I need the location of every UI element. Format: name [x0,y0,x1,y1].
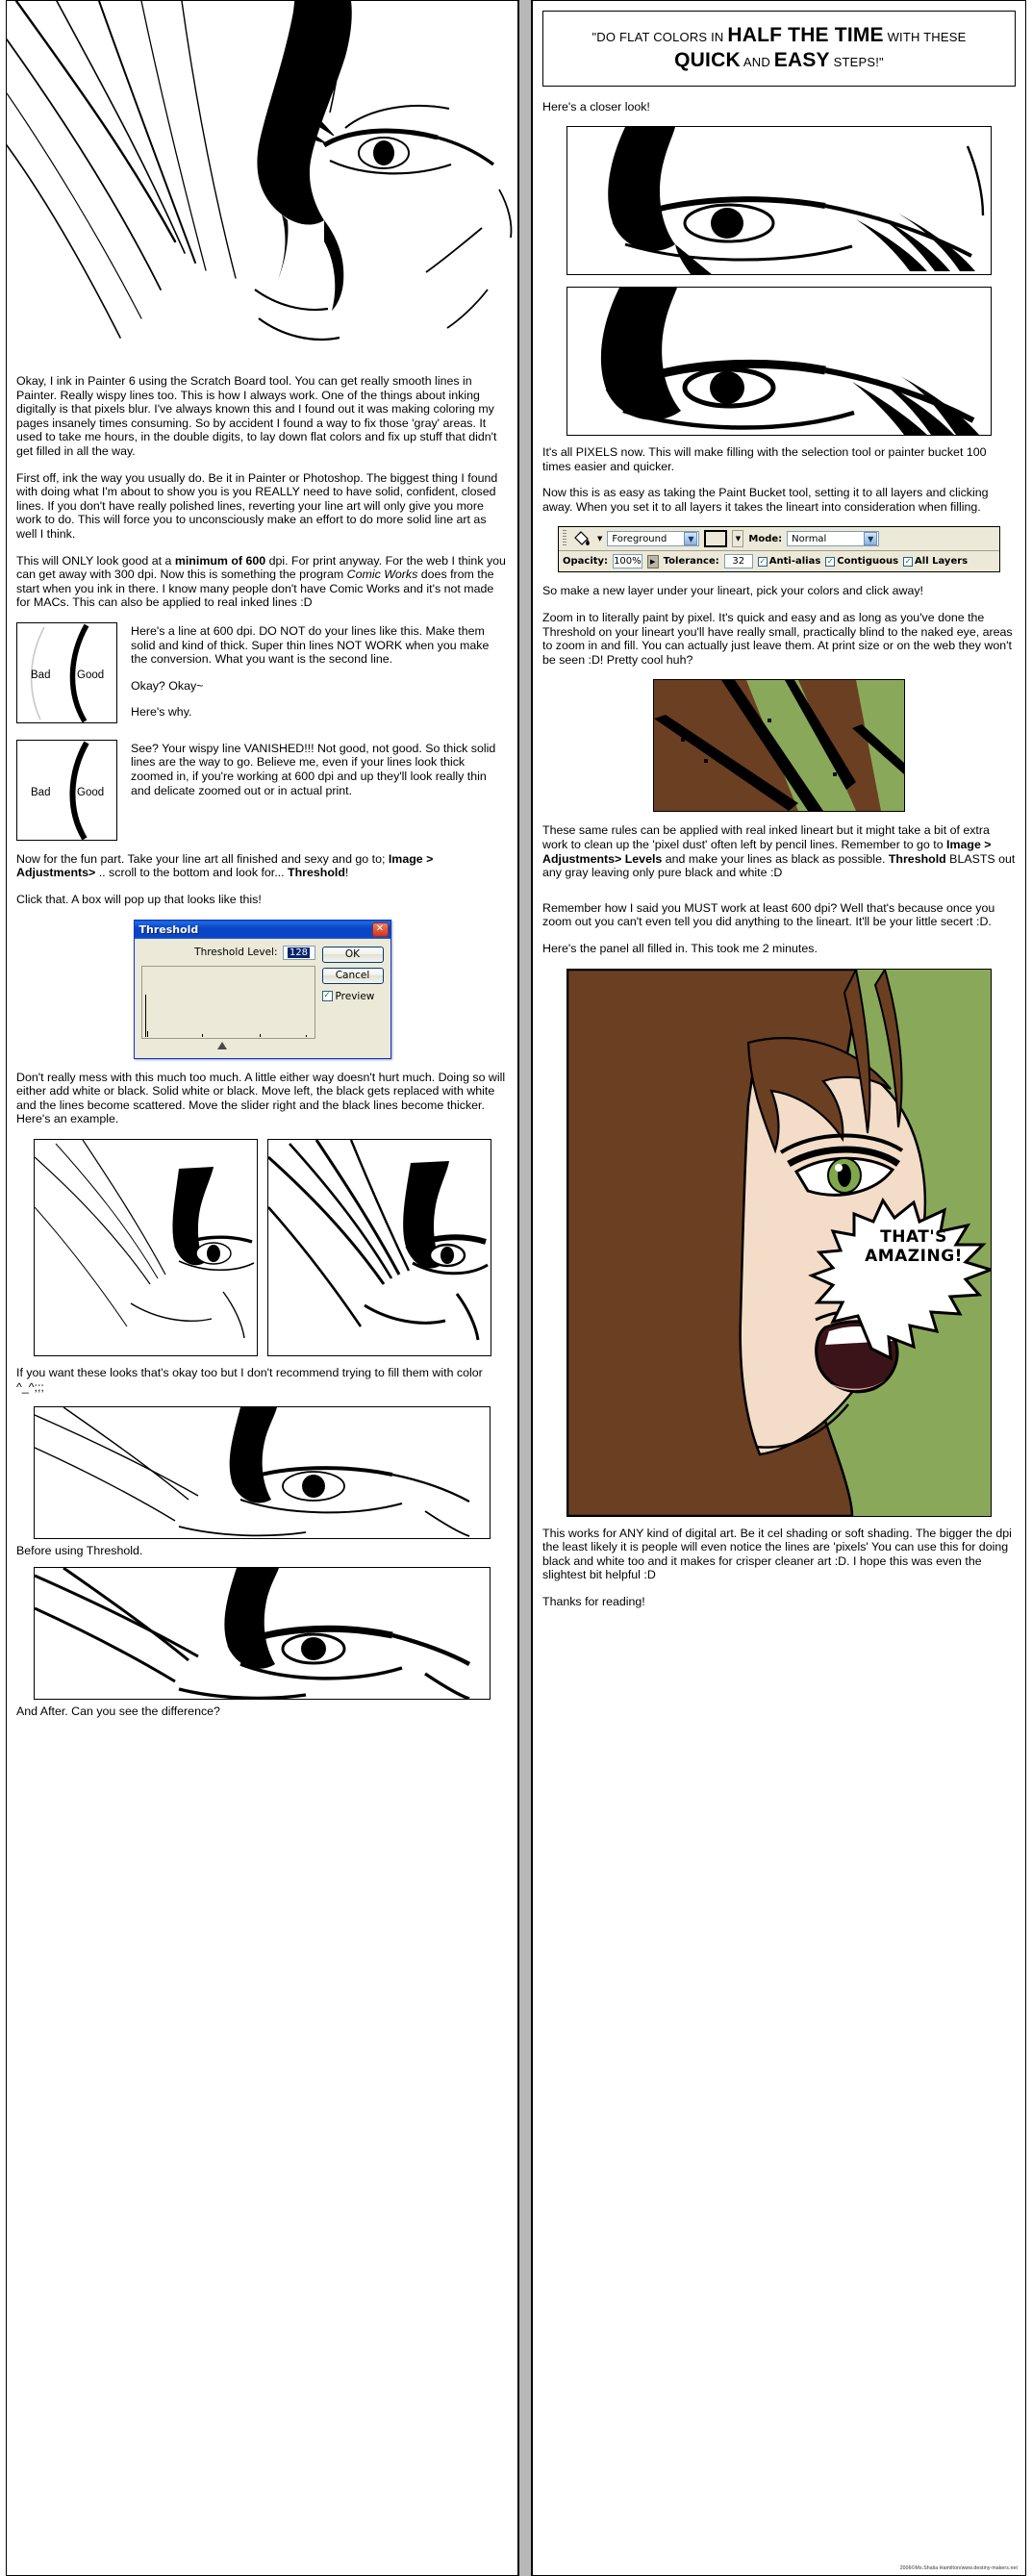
dialog-title-bar[interactable]: Threshold ✕ [134,920,390,939]
preview-label: Preview [335,990,375,1002]
caption-after: And After. Can you see the difference? [16,1704,220,1718]
lineart-face-top [7,1,517,365]
tool-preset-caret-icon[interactable]: ▼ [597,535,602,543]
tutorial-sheet: Okay, I ink in Painter 6 using the Scrat… [0,0,1032,2576]
close-icon[interactable]: ✕ [371,922,389,937]
threshold-dialog[interactable]: Threshold ✕ Threshold Level: 128 OK Canc… [133,919,391,1059]
paragraph-threshold-intro: Now for the fun part. Take your line art… [16,851,434,880]
tolerance-label: Tolerance: [663,556,719,568]
left-column: Okay, I ink in Painter 6 using the Scrat… [6,0,518,2576]
histogram-display [140,965,315,1039]
label-good-1: Good [77,669,105,681]
antialias-checkbox[interactable]: ✓ Anti-alias [757,556,821,568]
credit-line: 2006©Ms.Shalia Hamilton/www.destiny-make… [899,2565,1018,2571]
pattern-swatch[interactable] [704,530,728,548]
right-column: "DO FLAT COLORS IN HALF THE TIME WITH TH… [532,0,1026,2576]
threshold-level-input[interactable]: 128 [282,945,315,960]
paragraph-zoom-note: Zoom in to literally paint by pixel. It'… [542,611,1013,667]
label-good-2: Good [77,786,105,798]
threshold-level-value: 128 [287,947,311,958]
blend-mode-value: Normal [792,533,827,544]
comparison-box-bad-good-1: Bad Good [16,621,117,723]
paragraph-threshold-advice: Don't really mess with this much too muc… [16,1070,506,1126]
pattern-dropdown-icon[interactable]: ▼ [732,530,744,548]
dialog-title-text: Threshold [138,922,199,936]
opacity-value[interactable]: 100% [613,554,642,569]
ok-button[interactable]: OK [321,946,384,963]
checkbox-icon: ✓ [757,556,768,567]
comparison-note-1: Here's a line at 600 dpi. DO NOT do your… [131,623,490,720]
paragraph-levels-note: These same rules can be applied with rea… [542,823,1016,880]
label-bad-1: Bad [31,669,51,681]
opacity-slider-icon[interactable]: ▶ [646,554,659,568]
final-colored-panel: THAT'S AMAZING! [566,968,992,1517]
blend-mode-select[interactable]: Normal ▼ [787,531,880,547]
checkbox-icon: ✓ [321,991,333,1002]
threshold-slider[interactable] [141,1041,315,1050]
tolerance-value[interactable]: 32 [723,554,753,569]
paragraph-secret-note: Remember how I said you MUST work at lea… [542,900,995,929]
comparison-block-2: Bad Good See? Your wispy line VANISHED!!… [16,739,508,841]
alllayers-checkbox[interactable]: ✓ All Layers [903,556,968,567]
checkbox-icon: ✓ [825,556,836,567]
column-divider [518,0,532,2576]
caption-before: Before using Threshold. [16,1544,143,1558]
paragraph-new-layer: So make a new layer under your lineart, … [542,584,923,598]
fill-source-value: Foreground [612,533,667,544]
caption-closer-look: Here's a closer look! [542,99,650,114]
paragraph-inking: First off, ink the way you usually do. B… [16,470,498,541]
caption-final-panel: Here's the panel all filled in. This too… [542,942,818,955]
chevron-down-icon: ▼ [684,532,698,546]
threshold-level-row: Threshold Level: 128 [141,945,315,960]
paragraph-threshold-click: Click that. A box will pop up that looks… [16,893,262,907]
contiguous-checkbox[interactable]: ✓ Contiguous [825,556,898,567]
paragraph-intro: Okay, I ink in Painter 6 using the Scrat… [16,374,497,458]
headline-line-2: QUICK AND EASY STEPS!" [674,49,884,72]
comparison-box-bad-good-2: Bad Good [16,739,117,841]
paragraph-dpi: This will ONLY look good at a minimum of… [16,553,506,610]
example-panel-thick [266,1139,491,1357]
opacity-label: Opacity: [563,556,609,568]
example-panel-scattered [33,1139,258,1357]
comparison-block-1: Bad Good Here's a line at 600 dpi. DO NO… [16,621,508,732]
paint-bucket-icon[interactable] [571,530,592,547]
paragraph-closing: This works for ANY kind of digital art. … [542,1526,1012,1582]
photoshop-options-bar[interactable]: ▼ Foreground ▼ ▼ Mode: Normal ▼ Opacity: [558,526,1000,573]
toolbar-grip[interactable] [563,530,566,548]
speech-bubble-text: THAT'S AMAZING! [856,1227,971,1266]
chevron-down-icon: ▼ [864,532,878,546]
paragraph-bucket-note: Now this is as easy as taking the Paint … [542,486,989,514]
slider-thumb[interactable] [217,1041,228,1049]
cancel-button[interactable]: Cancel [321,967,384,984]
contiguous-label: Contiguous [837,556,899,568]
closeup-panel-2-thresholded [566,287,992,437]
histogram-bars [144,993,313,1037]
speech-line-1: THAT'S [880,1226,947,1247]
before-threshold-panel [34,1406,491,1540]
pixel-zoom-panel [653,679,905,813]
alllayers-label: All Layers [915,556,969,568]
paragraph-color-note: If you want these looks that's okay too … [16,1366,483,1394]
fill-source-select[interactable]: Foreground ▼ [607,531,700,547]
preview-checkbox[interactable]: ✓ Preview [321,990,384,1002]
antialias-label: Anti-alias [768,556,821,568]
threshold-level-label: Threshold Level: [194,947,278,959]
closeup-panel-1 [566,126,992,276]
paragraph-thanks: Thanks for reading! [542,1594,645,1608]
checkbox-icon: ✓ [903,556,914,567]
comparison-note-2: See? Your wispy line VANISHED!!! Not goo… [131,741,496,797]
mode-label: Mode: [748,533,783,544]
speech-line-2: AMAZING! [865,1246,963,1266]
paragraph-pixels-note: It's all PIXELS now. This will make fill… [542,445,987,473]
headline-line-1: "DO FLAT COLORS IN HALF THE TIME WITH TH… [592,24,967,46]
after-threshold-panel [34,1566,491,1700]
label-bad-2: Bad [31,786,51,798]
headline-banner: "DO FLAT COLORS IN HALF THE TIME WITH TH… [542,11,1016,87]
